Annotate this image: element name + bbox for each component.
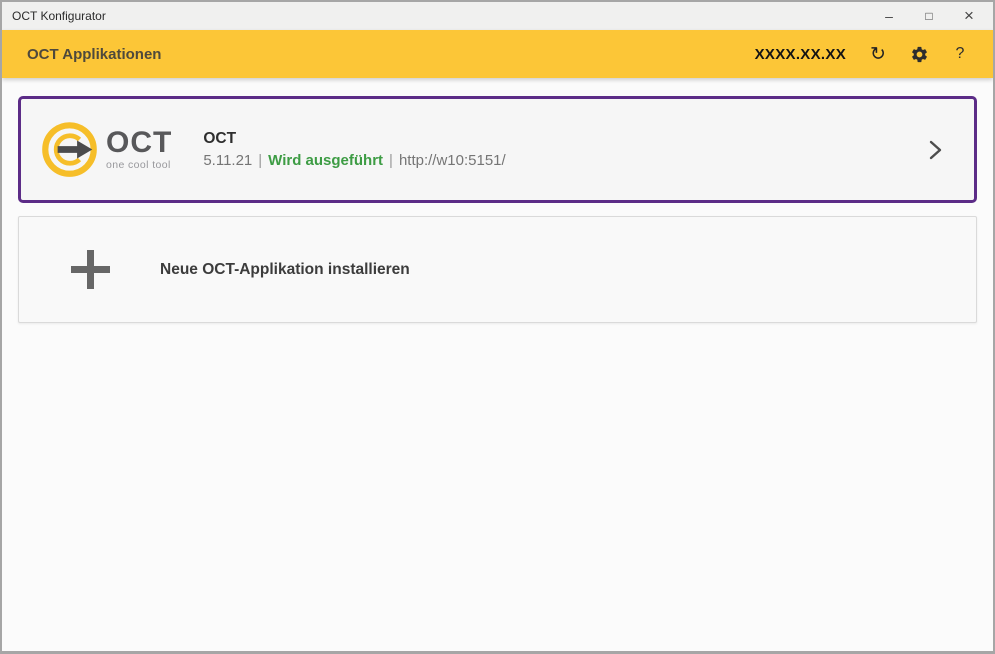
oct-logo-icon xyxy=(41,121,98,178)
header-actions: XXXX.XX.XX ↻ ? xyxy=(755,42,971,66)
minimize-icon: – xyxy=(885,8,893,24)
page-title: OCT Applikationen xyxy=(27,46,755,63)
app-window: OCT Konfigurator – □ × OCT Applikationen… xyxy=(0,0,995,654)
logo-text: OCT one cool tool xyxy=(106,128,172,171)
version-label: XXXX.XX.XX xyxy=(755,46,846,63)
app-version: 5.11.21 xyxy=(203,152,252,169)
app-header: OCT Applikationen XXXX.XX.XX ↻ ? xyxy=(2,30,993,78)
separator: | xyxy=(258,152,262,169)
help-button[interactable]: ? xyxy=(949,42,971,66)
main-content: OCT one cool tool OCT 5.11.21 | Wird ausge… xyxy=(2,78,993,651)
window-controls: – □ × xyxy=(869,2,993,30)
refresh-button[interactable]: ↻ xyxy=(867,42,889,66)
titlebar: OCT Konfigurator – □ × xyxy=(2,2,993,30)
plus-icon xyxy=(71,250,110,289)
close-button[interactable]: × xyxy=(949,2,989,30)
maximize-button[interactable]: □ xyxy=(909,2,949,30)
settings-button[interactable] xyxy=(908,42,930,66)
app-info: OCT 5.11.21 | Wird ausgeführt | http://w10:5… xyxy=(203,130,505,169)
close-icon: × xyxy=(964,6,974,26)
install-label: Neue OCT-Applikation installieren xyxy=(160,261,410,279)
maximize-icon: □ xyxy=(925,9,932,23)
app-meta: 5.11.21 | Wird ausgeführt | http://w10:5151/ xyxy=(203,152,505,169)
app-url: http://w10:5151/ xyxy=(399,152,506,169)
chevron-right-icon xyxy=(929,140,942,160)
oct-logo: OCT one cool tool xyxy=(41,121,172,178)
app-name: OCT xyxy=(203,130,505,148)
app-card-oct[interactable]: OCT one cool tool OCT 5.11.21 | Wird ausge… xyxy=(18,96,977,203)
app-status-badge: Wird ausgeführt xyxy=(268,152,383,169)
help-icon: ? xyxy=(956,46,965,62)
minimize-button[interactable]: – xyxy=(869,2,909,30)
gear-icon xyxy=(910,45,929,64)
logo-tagline: one cool tool xyxy=(106,159,172,171)
logo-wordmark: OCT xyxy=(106,128,172,158)
window-title: OCT Konfigurator xyxy=(2,9,869,23)
refresh-icon: ↻ xyxy=(870,45,886,64)
separator: | xyxy=(389,152,393,169)
install-card[interactable]: Neue OCT-Applikation installieren xyxy=(18,216,977,323)
